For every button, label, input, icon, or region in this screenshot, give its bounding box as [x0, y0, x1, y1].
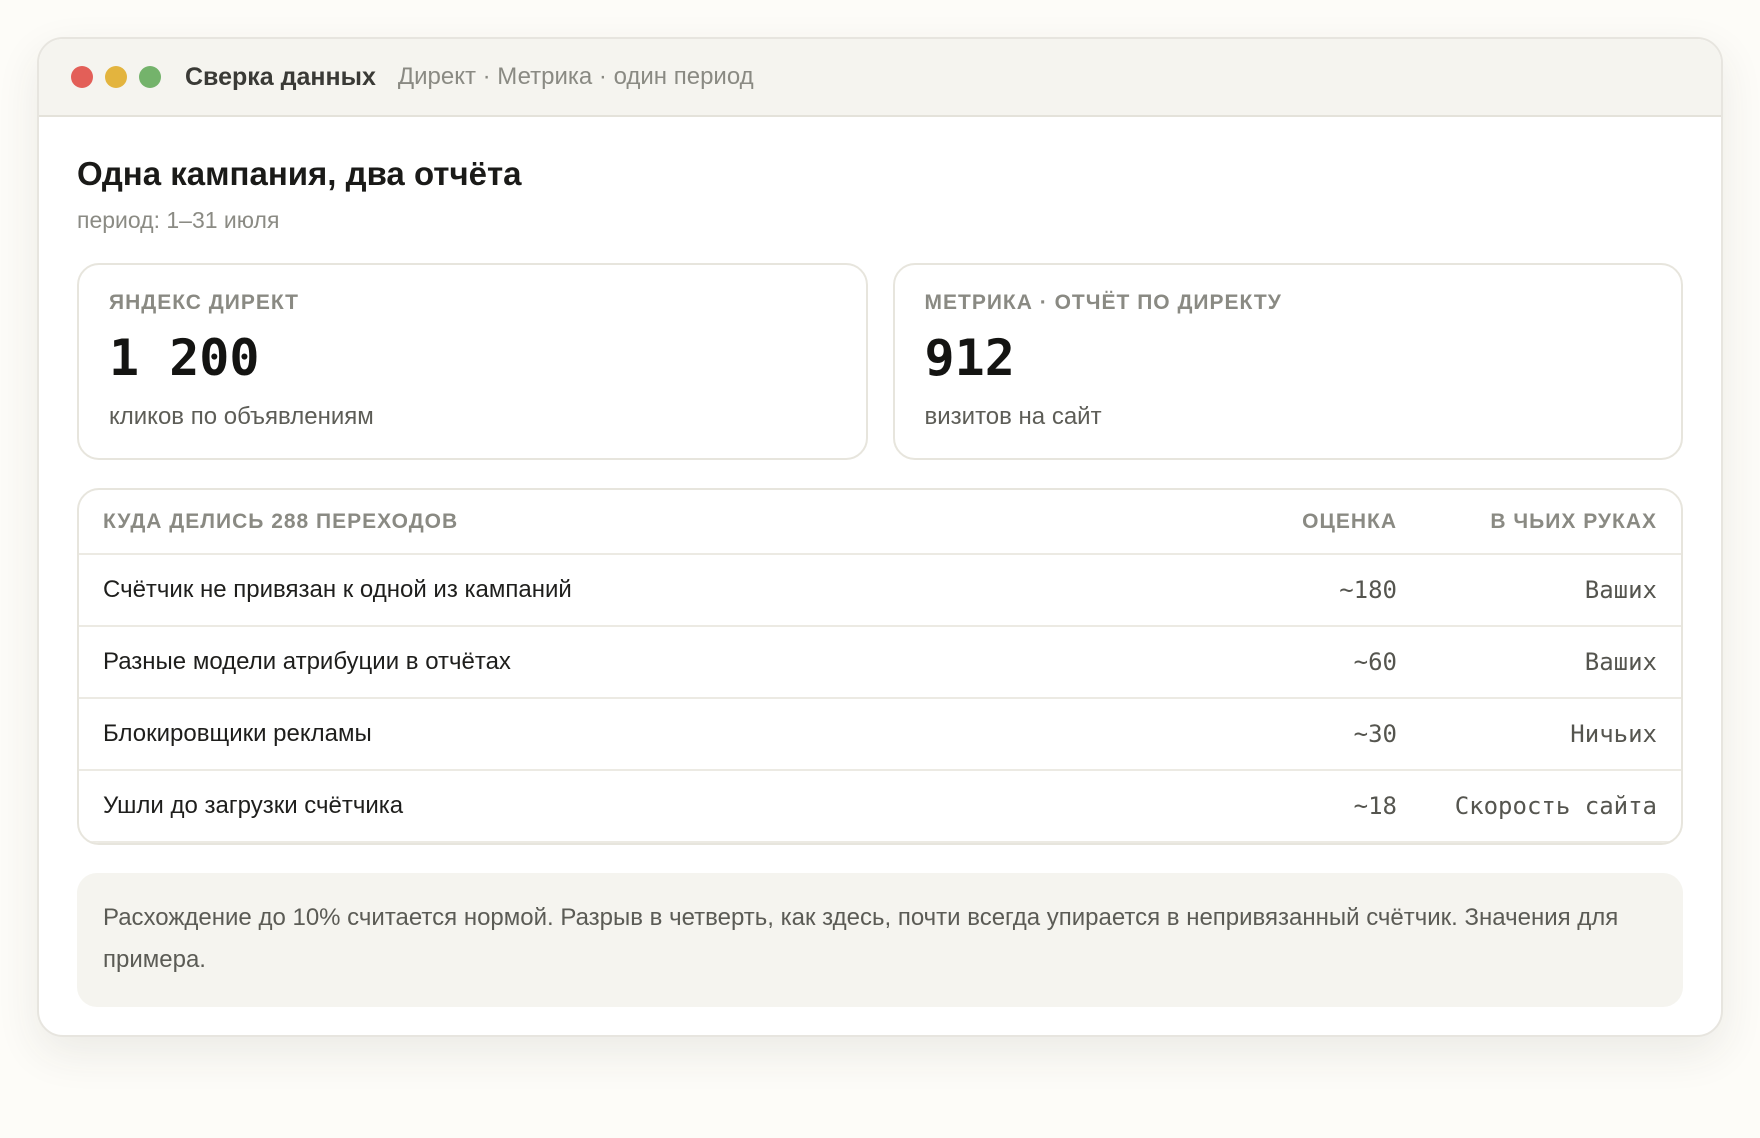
- window-title: Сверка данных: [185, 62, 376, 91]
- main-content: Одна кампания, два отчёта период: 1–31 и…: [39, 117, 1721, 1007]
- card-label: МЕТРИКА · ОТЧЁТ ПО ДИРЕКТУ: [924, 291, 1282, 314]
- row-estimate: ~30: [1353, 720, 1397, 748]
- row-owner: Скорость сайта: [1454, 792, 1657, 820]
- discrepancy-table: КУДА ДЕЛИСЬ 288 ПЕРЕХОДОВ ОЦЕНКА В ЧЬИХ …: [77, 488, 1683, 845]
- page-title: Одна кампания, два отчёта: [77, 155, 522, 192]
- maximize-window-button[interactable]: [139, 66, 161, 88]
- table-row: Ушли до загрузки счётчика ~18 Скорость с…: [79, 771, 1681, 843]
- column-header-estimate: ОЦЕНКА: [1302, 509, 1397, 533]
- row-estimate: ~60: [1353, 648, 1397, 676]
- table-body: Счётчик не привязан к одной из кампаний …: [79, 555, 1681, 843]
- card-description: визитов на сайт: [924, 403, 1102, 430]
- app-window: Сверка данных Директ · Метрика · один пе…: [37, 37, 1723, 1037]
- footnote: Расхождение до 10% считается нормой. Раз…: [77, 873, 1683, 1007]
- close-window-button[interactable]: [71, 66, 93, 88]
- card-description: кликов по объявлениям: [109, 403, 374, 430]
- row-owner: Ваших: [1584, 576, 1657, 604]
- column-header-reason: КУДА ДЕЛИСЬ 288 ПЕРЕХОДОВ: [103, 509, 459, 533]
- table-row: Блокировщики рекламы ~30 Ничьих: [79, 699, 1681, 771]
- period-label: период: 1–31 июля: [77, 207, 280, 233]
- minimize-window-button[interactable]: [105, 66, 127, 88]
- row-owner: Ничьих: [1570, 720, 1657, 748]
- card-label: ЯНДЕКС ДИРЕКТ: [109, 291, 300, 314]
- table-row: Разные модели атрибуции в отчётах ~60 Ва…: [79, 627, 1681, 699]
- row-estimate: ~18: [1353, 792, 1397, 820]
- metrika-card: МЕТРИКА · ОТЧЁТ ПО ДИРЕКТУ 912 визитов н…: [892, 263, 1683, 460]
- row-owner: Ваших: [1584, 648, 1657, 676]
- row-reason: Разные модели атрибуции в отчётах: [103, 648, 511, 675]
- card-value: 1 200: [109, 329, 260, 387]
- direct-card: ЯНДЕКС ДИРЕКТ 1 200 кликов по объявления…: [77, 263, 868, 460]
- title-bar: Сверка данных Директ · Метрика · один пе…: [39, 39, 1721, 117]
- window-subtitle: Директ · Метрика · один период: [397, 63, 754, 90]
- row-reason: Счётчик не привязан к одной из кампаний: [103, 576, 572, 603]
- row-reason: Блокировщики рекламы: [103, 720, 372, 747]
- card-value: 912: [924, 329, 1015, 387]
- row-estimate: ~180: [1339, 576, 1397, 604]
- table-header: КУДА ДЕЛИСЬ 288 ПЕРЕХОДОВ ОЦЕНКА В ЧЬИХ …: [79, 490, 1681, 555]
- row-reason: Ушли до загрузки счётчика: [103, 792, 404, 819]
- column-header-owner: В ЧЬИХ РУКАХ: [1490, 509, 1657, 533]
- metric-cards: ЯНДЕКС ДИРЕКТ 1 200 кликов по объявления…: [77, 263, 1683, 460]
- table-row: Счётчик не привязан к одной из кампаний …: [79, 555, 1681, 627]
